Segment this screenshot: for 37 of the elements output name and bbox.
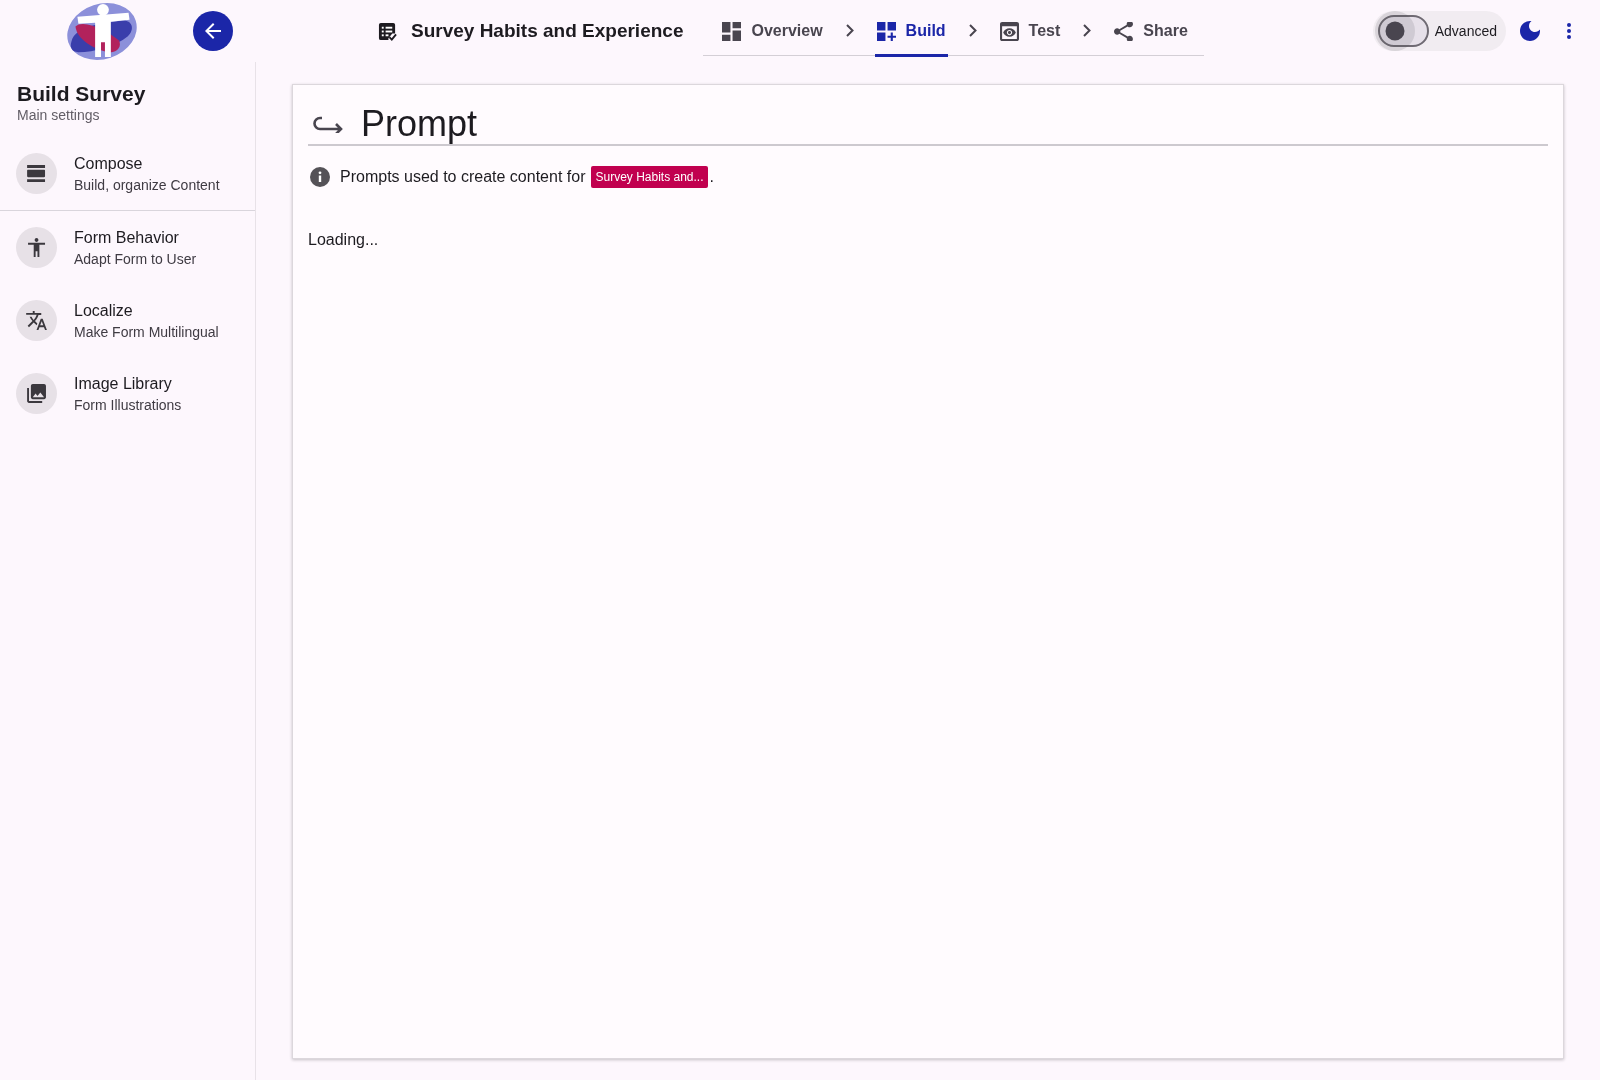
toggle-switch[interactable] xyxy=(1374,11,1432,51)
loading-text: Loading... xyxy=(308,230,380,250)
chevron-right-icon xyxy=(1083,23,1092,37)
chevron-right-icon xyxy=(968,23,977,37)
moon-icon[interactable] xyxy=(1520,21,1540,41)
step-tab[interactable]: Overview xyxy=(720,0,825,57)
toggle-label: Advanced xyxy=(1434,23,1497,39)
curved-arrow-icon xyxy=(313,115,344,133)
step-tab[interactable]: Share xyxy=(1112,0,1190,57)
period-text: . xyxy=(709,168,714,186)
back-button[interactable] xyxy=(193,11,233,51)
person-logo-icon xyxy=(65,1,139,61)
step-tab[interactable]: Test xyxy=(997,0,1063,57)
more-menu-icon[interactable] xyxy=(1567,23,1571,39)
sidebar-subtitle: Main settings xyxy=(17,106,101,124)
grid-plus-icon xyxy=(876,21,896,41)
image-stack-icon xyxy=(16,373,57,414)
arrow-left-icon xyxy=(205,23,221,39)
survey-name-tag: Survey Habits and... xyxy=(591,166,708,188)
checklist-document-icon xyxy=(378,21,397,41)
share-icon xyxy=(1114,21,1134,41)
panel-title: Prompt xyxy=(361,104,478,144)
dashboard-icon xyxy=(722,21,742,41)
info-icon xyxy=(310,167,330,187)
chevron-right-icon xyxy=(845,23,854,37)
sidebar-item[interactable]: Form Behavior Adapt Form to User xyxy=(0,211,255,284)
eye-frame-icon xyxy=(999,21,1019,41)
stacked-rows-icon xyxy=(16,153,57,194)
sidebar-item[interactable]: Localize Make Form Multilingual xyxy=(0,284,255,357)
info-text: Prompts used to create content for xyxy=(340,168,586,186)
translate-icon xyxy=(16,300,57,341)
step-tab[interactable]: Build xyxy=(874,0,948,57)
sidebar-title: Build Survey xyxy=(17,81,147,106)
sidebar-item[interactable]: Compose Build, organize Content xyxy=(0,137,255,210)
survey-title: Survey Habits and Experience xyxy=(411,20,684,42)
person-arms-open-icon xyxy=(16,227,57,268)
sidebar-item[interactable]: Image Library Form Illustrations xyxy=(0,357,255,430)
